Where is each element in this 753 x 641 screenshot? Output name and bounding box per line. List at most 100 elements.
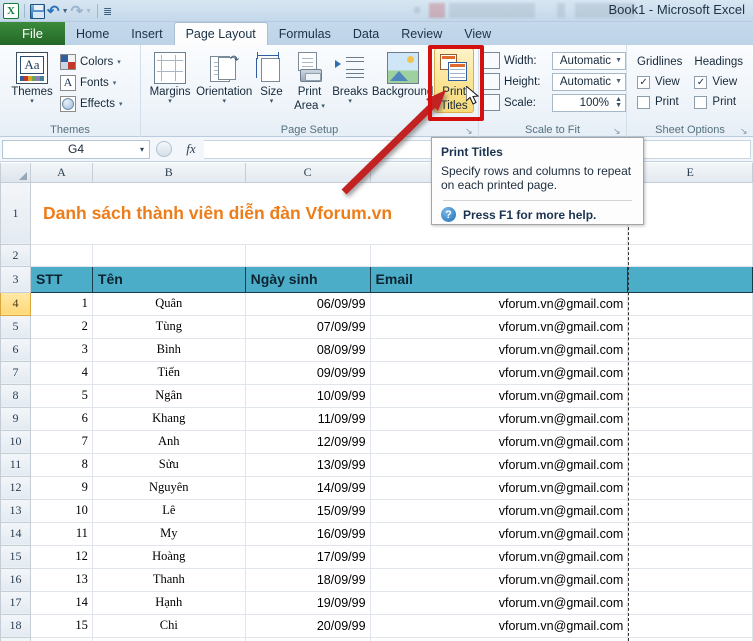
cell-ngaysinh-7[interactable]: 09/09/99 [244,360,371,385]
cell-stt-17[interactable]: 14 [29,590,93,615]
cell-e-18[interactable] [627,613,753,638]
cell-ten-17[interactable]: Hạnh [91,590,246,615]
row-header-8[interactable]: 8 [0,383,31,408]
cell-email-5[interactable]: vforum.vn@gmail.com [369,314,629,339]
cell-c2[interactable] [244,243,371,267]
gridlines-print-checkbox-box[interactable] [637,95,651,109]
cell-ngaysinh-12[interactable]: 14/09/99 [244,475,371,500]
tab-page-layout[interactable]: Page Layout [173,22,268,45]
cell-stt-13[interactable]: 10 [29,498,93,523]
row-header-6[interactable]: 6 [0,337,31,362]
effects-dropdown-caret-icon[interactable]: ▾ [119,100,123,108]
cell-ngaysinh-19[interactable]: 21/09/99 [244,636,371,641]
cell-stt-8[interactable]: 5 [29,383,93,408]
name-box[interactable]: G4 ▾ [2,139,150,159]
margins-dropdown-caret-icon[interactable]: ▾ [168,98,172,105]
margins-button[interactable]: Margins ▾ [145,48,195,106]
theme-colors-button[interactable]: Colors ▾ [60,52,122,71]
cell-ngaysinh-18[interactable]: 20/09/99 [244,613,371,638]
background-button[interactable]: Background [371,48,434,99]
cell-stt-10[interactable]: 7 [29,429,93,454]
cell-e1[interactable] [627,181,753,245]
cell-ngaysinh-13[interactable]: 15/09/99 [244,498,371,523]
cell-ten-8[interactable]: Ngân [91,383,246,408]
cell-e-15[interactable] [627,544,753,569]
cell-ten-5[interactable]: Tùng [91,314,246,339]
cell-email-17[interactable]: vforum.vn@gmail.com [369,590,629,615]
sheet-options-dialog-launcher-icon[interactable]: ↘ [740,126,751,137]
cell-ten-19[interactable]: Hiền [91,636,246,641]
size-dropdown-caret-icon[interactable]: ▾ [270,98,274,105]
row-header-18[interactable]: 18 [0,613,31,638]
tab-insert[interactable]: Insert [120,23,173,45]
print-area-button[interactable]: Print Area ▾ [290,48,330,113]
cell-email-12[interactable]: vforum.vn@gmail.com [369,475,629,500]
tab-review[interactable]: Review [390,23,453,45]
cell-e-13[interactable] [627,498,753,523]
cell-ten-13[interactable]: Lê [91,498,246,523]
cell-stt-6[interactable]: 3 [29,337,93,362]
cell-e-10[interactable] [627,429,753,454]
cell-ten-15[interactable]: Hoàng [91,544,246,569]
cell-ten-16[interactable]: Thanh [91,567,246,592]
cell-email-8[interactable]: vforum.vn@gmail.com [369,383,629,408]
cell-e-19[interactable] [627,636,753,641]
cell-email-13[interactable]: vforum.vn@gmail.com [369,498,629,523]
cell-stt-16[interactable]: 13 [29,567,93,592]
redo-dropdown-icon[interactable]: ▼ [85,8,92,15]
column-header-a[interactable]: A [29,163,93,183]
row-header-14[interactable]: 14 [0,521,31,546]
cell-e2[interactable] [627,243,753,267]
cell-ten-6[interactable]: Bình [91,337,246,362]
cell-stt-5[interactable]: 2 [29,314,93,339]
cell-e-6[interactable] [627,337,753,362]
cell-stt-12[interactable]: 9 [29,475,93,500]
cell-email-16[interactable]: vforum.vn@gmail.com [369,567,629,592]
cell-stt-4[interactable]: 1 [29,291,93,316]
page-setup-dialog-launcher-icon[interactable]: ↘ [465,126,476,137]
cell-ten-14[interactable]: My [91,521,246,546]
cell-ngaysinh-6[interactable]: 08/09/99 [244,337,371,362]
table-header-ngaysinh[interactable]: Ngày sinh [244,265,371,293]
scale-to-fit-dialog-launcher-icon[interactable]: ↘ [613,126,624,137]
cell-email-6[interactable]: vforum.vn@gmail.com [369,337,629,362]
row-header-3[interactable]: 3 [0,265,31,293]
theme-effects-button[interactable]: Effects ▾ [60,94,122,113]
row-header-16[interactable]: 16 [0,567,31,592]
cell-e-14[interactable] [627,521,753,546]
cell-ngaysinh-9[interactable]: 11/09/99 [244,406,371,431]
cell-email-4[interactable]: vforum.vn@gmail.com [369,291,629,316]
cell-e-16[interactable] [627,567,753,592]
cell-ten-9[interactable]: Khang [91,406,246,431]
fonts-dropdown-caret-icon[interactable]: ▾ [113,79,117,87]
cell-ten-11[interactable]: Sửu [91,452,246,477]
height-dropdown[interactable]: Automatic ▼ [552,72,627,91]
cell-email-9[interactable]: vforum.vn@gmail.com [369,406,629,431]
headings-view-checkbox[interactable]: ✓ View [694,72,743,92]
cell-e-9[interactable] [627,406,753,431]
row-header-19[interactable]: 19 [0,636,31,641]
row-header-5[interactable]: 5 [0,314,31,339]
cell-stt-15[interactable]: 12 [29,544,93,569]
cell-b2[interactable] [91,243,246,267]
scale-spinner-arrows-icon[interactable]: ▲ ▼ [615,96,622,109]
row-header-4[interactable]: 4 [0,291,31,316]
size-button[interactable]: Size ▾ [253,48,289,106]
cell-email-7[interactable]: vforum.vn@gmail.com [369,360,629,385]
breaks-dropdown-caret-icon[interactable]: ▾ [348,98,352,105]
cell-e-7[interactable] [627,360,753,385]
orientation-dropdown-caret-icon[interactable]: ▾ [222,98,226,105]
row-header-13[interactable]: 13 [0,498,31,523]
cell-ten-10[interactable]: Anh [91,429,246,454]
row-header-7[interactable]: 7 [0,360,31,385]
cell-stt-11[interactable]: 8 [29,452,93,477]
row-header-12[interactable]: 12 [0,475,31,500]
cell-ten-12[interactable]: Nguyên [91,475,246,500]
select-all-corner-button[interactable] [0,163,31,183]
width-chevron-down-icon[interactable]: ▼ [615,57,622,64]
cell-email-18[interactable]: vforum.vn@gmail.com [369,613,629,638]
insert-function-icon[interactable]: fx [178,141,204,157]
cell-e-12[interactable] [627,475,753,500]
cell-ngaysinh-5[interactable]: 07/09/99 [244,314,371,339]
cell-e-17[interactable] [627,590,753,615]
